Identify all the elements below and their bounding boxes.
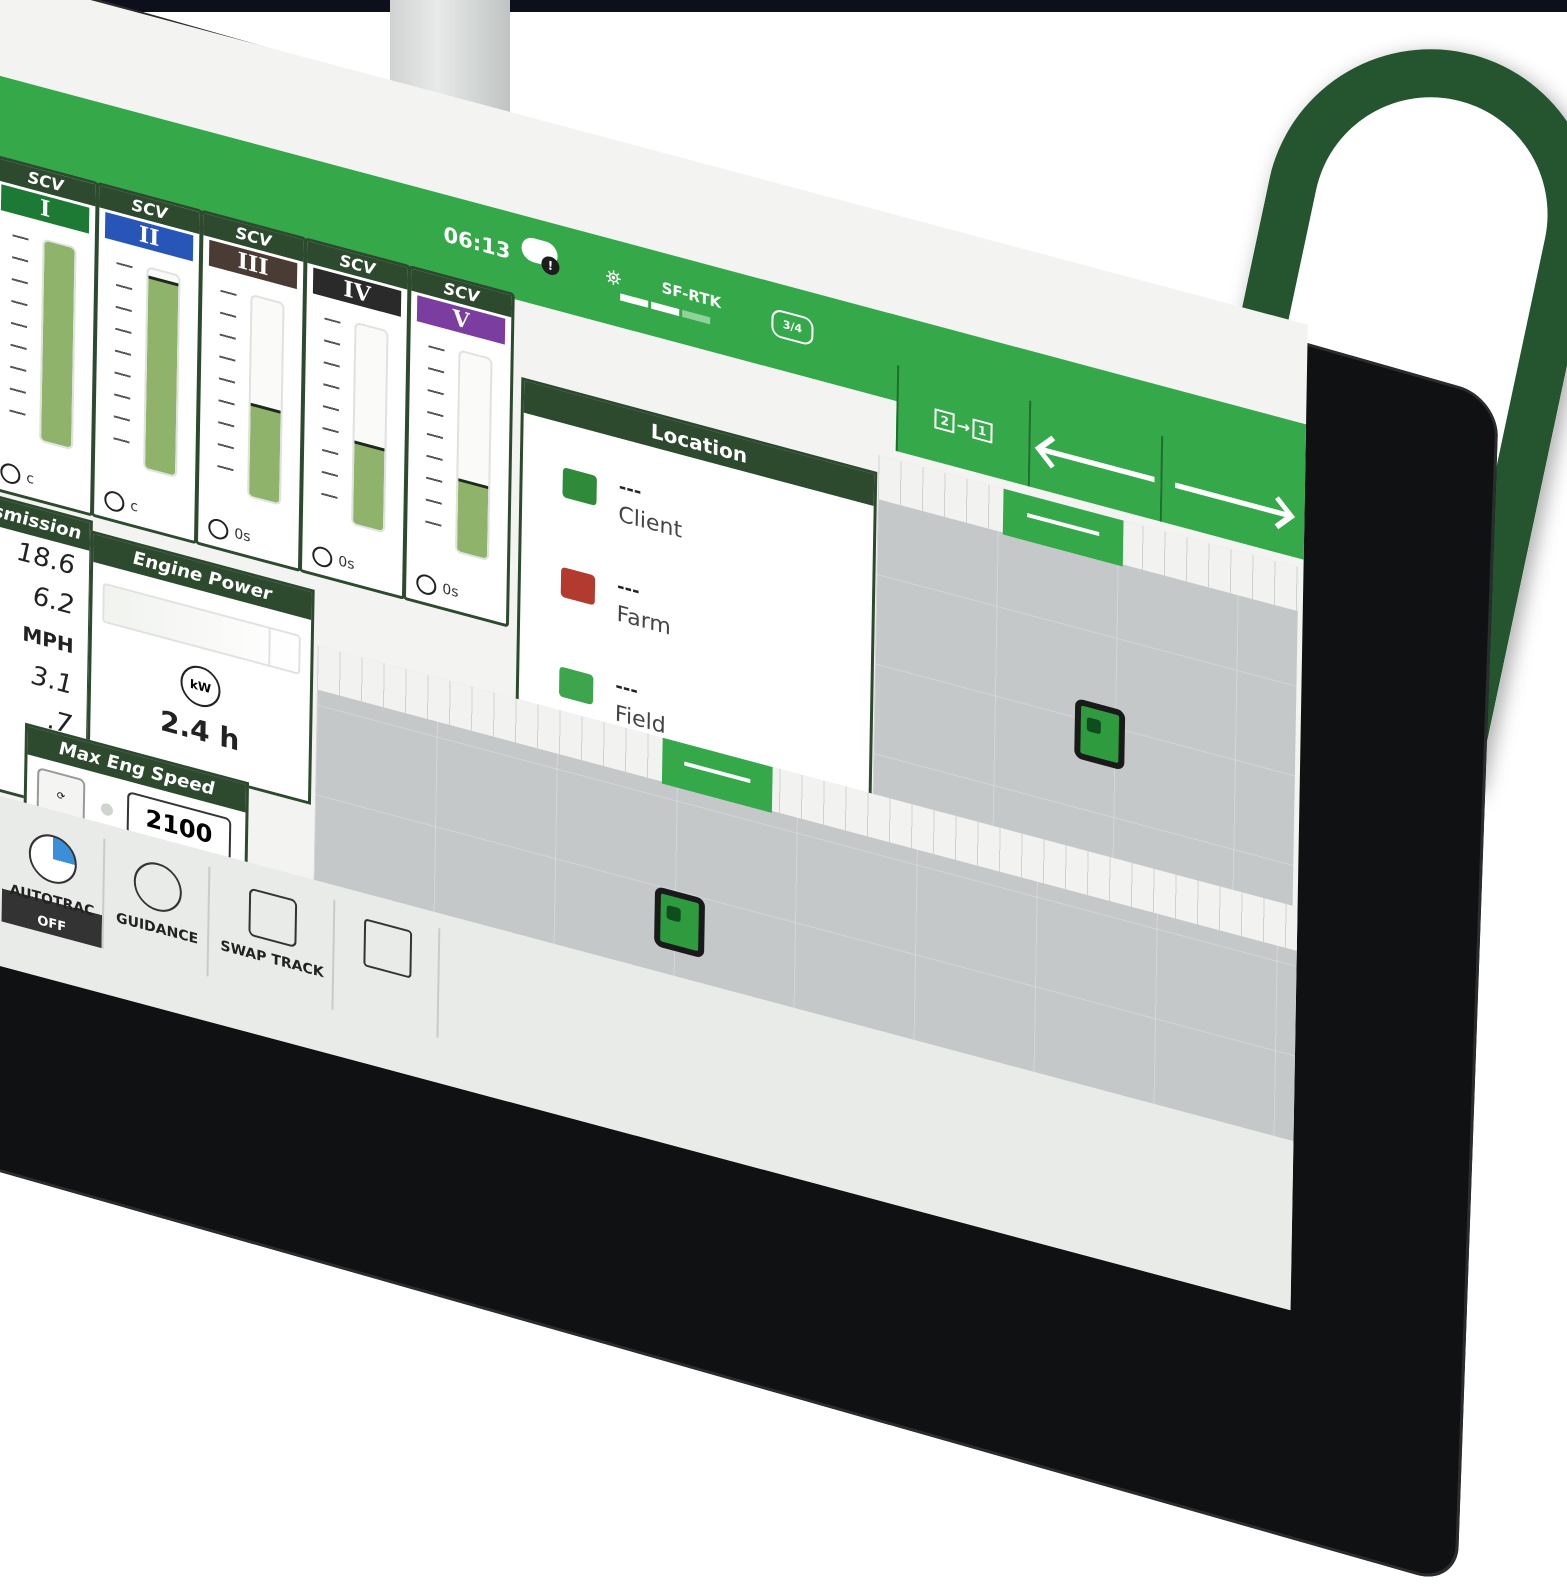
clock-icon (208, 516, 229, 542)
scv-panel-2[interactable]: SCV II c (90, 181, 203, 545)
satellite-icon: ⛯ (605, 263, 622, 292)
clock-icon (416, 572, 437, 598)
scv-panel-4[interactable]: SCV IV 0s (298, 237, 411, 600)
flow-gauge (247, 293, 285, 506)
status-led (100, 801, 114, 818)
swap-from-icon: 2 (934, 408, 955, 434)
scv-panel-1[interactable]: SCV I c (0, 153, 99, 517)
track-shift-icon (363, 918, 413, 979)
flow-gauge (454, 349, 493, 562)
guidance-label: GUIDANCE (115, 909, 199, 948)
timer: 0s (416, 572, 459, 603)
farm-value: --- (616, 575, 640, 603)
flow-level (457, 478, 489, 559)
autotrac-icon (28, 828, 78, 890)
flow-gauge (39, 238, 77, 451)
clock-icon (312, 544, 333, 570)
clock-icon (0, 461, 21, 487)
top-frame-edge (0, 0, 1567, 12)
flow-level (353, 440, 385, 532)
scale-ticks (113, 261, 133, 456)
scale-ticks (217, 289, 237, 484)
scv-panel-3[interactable]: SCV III 0s (194, 209, 307, 573)
clock-icon (104, 488, 125, 515)
tractor-icon (1074, 697, 1126, 771)
flow-gauge (351, 321, 389, 534)
scv-panel-5[interactable]: SCV V 0s (402, 264, 515, 628)
flow-gauge (143, 266, 181, 479)
flow-level (249, 402, 281, 504)
scale-ticks (425, 345, 445, 539)
flow-level (41, 238, 75, 448)
swap-track-icon (248, 887, 298, 949)
farm-label: Farm (616, 601, 672, 641)
timer: 0s (208, 516, 251, 548)
timer: c (104, 488, 138, 518)
client-icon (562, 467, 597, 507)
client-label: Client (618, 501, 683, 544)
steering-wheel-icon (133, 856, 183, 918)
field-icon (558, 666, 594, 706)
timer: 0s (312, 544, 355, 575)
flow-level (145, 275, 179, 476)
scale-ticks (321, 317, 341, 511)
tractor-icon (654, 885, 706, 959)
client-value: --- (618, 476, 642, 503)
timer: c (0, 461, 34, 490)
kw-icon: kW (180, 661, 221, 712)
swap-track-label: SWAP TRACK (220, 937, 324, 982)
field-value: --- (615, 675, 638, 703)
farm-barn-icon (560, 566, 596, 606)
swap-to-icon: 1 (972, 418, 993, 444)
scale-ticks (9, 234, 29, 428)
